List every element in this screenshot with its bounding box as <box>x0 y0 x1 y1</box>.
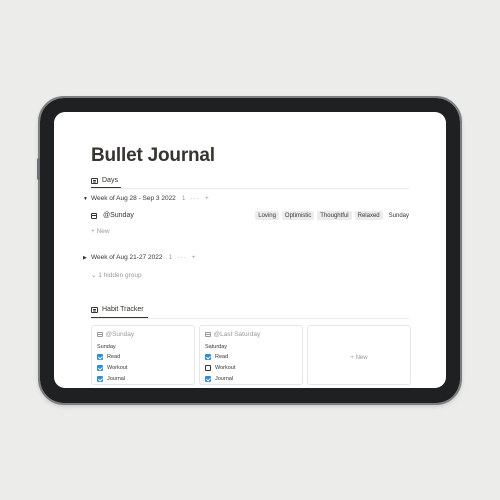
page-title: Bullet Journal <box>91 145 215 166</box>
habit-label: Workout <box>107 365 128 371</box>
card-title: @Sunday <box>97 331 134 338</box>
tag: Relaxed <box>354 211 383 220</box>
group-count: 1 <box>168 254 173 261</box>
list-item[interactable]: @Sunday Loving Optimistic Thoughtful Rel… <box>91 211 409 220</box>
add-icon[interactable]: + <box>205 195 210 202</box>
tablet-device: Bullet Journal Days ▼ Week of Aug 28 - S… <box>37 96 462 405</box>
group-header-week-aug-21[interactable]: ▶ Week of Aug 21-27 2022 1 ··· + <box>83 254 196 261</box>
tab-days[interactable]: Days <box>91 177 118 184</box>
triangle-right-icon[interactable]: ▶ <box>83 255 91 261</box>
calendar-icon <box>205 331 211 338</box>
group-header-week-aug-28[interactable]: ▼ Week of Aug 28 - Sep 3 2022 1 ··· + <box>83 195 210 202</box>
board-icon <box>91 177 98 184</box>
tag: Loving <box>255 211 279 220</box>
card-title: @Last Saturday <box>205 331 260 338</box>
checkbox-checked-icon[interactable] <box>97 376 103 382</box>
divider <box>91 188 409 189</box>
habit-workout[interactable]: Workout <box>205 365 235 371</box>
gallery-card-last-saturday[interactable]: @Last Saturday Saturday Read Workout Jou… <box>199 325 303 385</box>
checkbox-checked-icon[interactable] <box>205 376 211 382</box>
table-icon <box>91 306 98 313</box>
habit-label: Workout <box>215 365 236 371</box>
habit-workout[interactable]: Workout <box>97 365 127 371</box>
tab-days-label: Days <box>102 177 118 184</box>
screen: Bullet Journal Days ▼ Week of Aug 28 - S… <box>54 112 446 388</box>
habit-read[interactable]: Read <box>205 354 228 360</box>
card-title-text: @Sunday <box>105 331 135 338</box>
habit-label: Journal <box>215 376 234 382</box>
tag-list: Loving Optimistic Thoughtful Relaxed Sun… <box>255 211 409 220</box>
group-label: Week of Aug 21-27 2022 <box>91 254 163 261</box>
checkbox-checked-icon[interactable] <box>205 354 211 360</box>
habit-label: Journal <box>107 376 126 382</box>
checkbox-checked-icon[interactable] <box>97 354 103 360</box>
habit-journal[interactable]: Journal <box>205 376 233 382</box>
habit-journal[interactable]: Journal <box>97 376 125 382</box>
habit-read[interactable]: Read <box>97 354 120 360</box>
tag: Thoughtful <box>317 211 352 220</box>
add-icon[interactable]: + <box>192 254 197 261</box>
group-count: 1 <box>181 195 186 202</box>
tab-habit-tracker[interactable]: Habit Tracker <box>91 306 144 313</box>
more-icon[interactable]: ··· <box>190 195 200 202</box>
card-subtitle: Sunday <box>97 344 116 350</box>
gallery-card-sunday[interactable]: @Sunday Sunday Read Workout Journal <box>91 325 195 385</box>
card-subtitle: Saturday <box>205 344 228 350</box>
habit-label: Read <box>215 354 229 360</box>
calendar-icon <box>91 212 97 219</box>
tab-habit-label: Habit Tracker <box>102 306 144 313</box>
divider <box>91 318 409 319</box>
checkbox-checked-icon[interactable] <box>97 365 103 371</box>
checkbox-unchecked-icon[interactable] <box>205 365 211 371</box>
card-title-text: @Last Saturday <box>213 331 261 338</box>
habit-label: Read <box>107 354 121 360</box>
volume-button <box>37 158 40 180</box>
day-value: Sunday <box>388 212 409 219</box>
group-label: Week of Aug 28 - Sep 3 2022 <box>91 195 176 202</box>
new-row-button[interactable]: + New <box>91 228 110 235</box>
calendar-icon <box>97 331 103 338</box>
new-card-button[interactable]: + New <box>307 325 411 385</box>
tag: Optimistic <box>281 211 315 220</box>
entry-name[interactable]: @Sunday <box>103 212 134 219</box>
triangle-down-icon[interactable]: ▼ <box>83 196 91 202</box>
more-icon[interactable]: ··· <box>177 254 187 261</box>
new-card-label: + New <box>350 355 368 361</box>
hidden-group-toggle[interactable]: ⌄ 1 hidden group <box>91 271 142 279</box>
